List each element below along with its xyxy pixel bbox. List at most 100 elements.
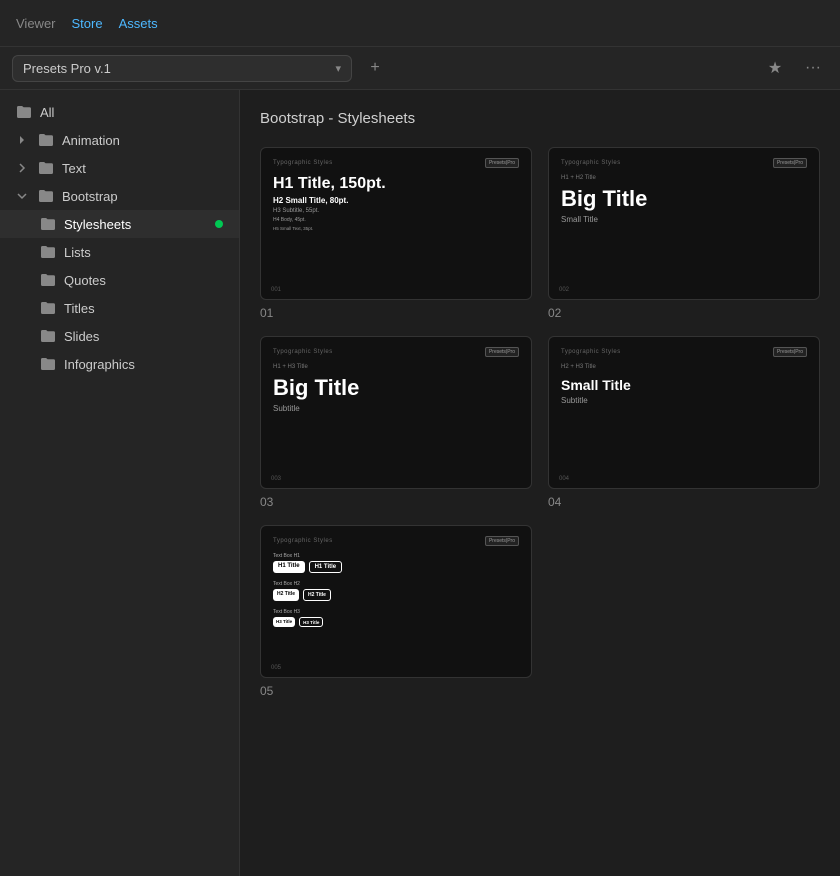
brand-text-03: Typographic Styles bbox=[273, 349, 333, 355]
active-indicator bbox=[215, 220, 223, 228]
t01-line5: H5 Small Text, 35pt. bbox=[273, 226, 519, 231]
sidebar-label-slides: Slides bbox=[64, 329, 223, 344]
folder-icon bbox=[40, 216, 56, 232]
add-button[interactable]: + bbox=[360, 53, 390, 83]
main: All Animation Text bbox=[0, 90, 840, 876]
thumb-number-02: 02 bbox=[548, 306, 820, 320]
top-nav: Viewer Store Assets bbox=[0, 0, 840, 46]
folder-icon bbox=[40, 356, 56, 372]
t05-box-h3-solid: H3 Title bbox=[273, 617, 295, 627]
sidebar-label-all: All bbox=[40, 105, 223, 120]
t05-box-h1-solid: H1 Title bbox=[273, 561, 305, 573]
t01-index: 001 bbox=[271, 287, 281, 293]
chevron-down-icon bbox=[16, 190, 28, 202]
sidebar-label-bootstrap: Bootstrap bbox=[62, 189, 223, 204]
t02-subtitle: Small Title bbox=[561, 215, 807, 224]
thumbnail-05[interactable]: Typographic Styles Presets|Pro Text Box … bbox=[260, 525, 532, 698]
badge-05: Presets|Pro bbox=[485, 536, 519, 546]
more-button[interactable]: ··· bbox=[798, 53, 828, 83]
thumb-card-01[interactable]: Typographic Styles Presets|Pro H1 Title,… bbox=[260, 147, 532, 300]
sidebar-label-animation: Animation bbox=[62, 133, 223, 148]
sidebar-label-text: Text bbox=[62, 161, 223, 176]
tab-store[interactable]: Store bbox=[72, 14, 103, 33]
t05-section-h1: Text Box H1 H1 Title H1 Title bbox=[273, 553, 519, 573]
folder-icon bbox=[40, 272, 56, 288]
content-title: Bootstrap - Stylesheets bbox=[260, 110, 820, 127]
preset-label: Presets Pro v.1 bbox=[23, 61, 111, 76]
preset-bar: Presets Pro v.1 ▾ + ★ ··· bbox=[0, 46, 840, 90]
t05-box-h3-outline: H3 Title bbox=[299, 617, 323, 627]
folder-icon bbox=[40, 300, 56, 316]
thumb-number-01: 01 bbox=[260, 306, 532, 320]
sidebar-label-titles: Titles bbox=[64, 301, 223, 316]
t03-index: 003 bbox=[271, 476, 281, 482]
sidebar-label-stylesheets: Stylesheets bbox=[64, 217, 207, 232]
thumb-card-05[interactable]: Typographic Styles Presets|Pro Text Box … bbox=[260, 525, 532, 678]
sidebar-item-infographics[interactable]: Infographics bbox=[0, 350, 239, 378]
brand-text-01: Typographic Styles bbox=[273, 160, 333, 166]
t03-title: Big Title bbox=[273, 377, 519, 399]
t05-index: 005 bbox=[271, 665, 281, 671]
tab-viewer[interactable]: Viewer bbox=[16, 14, 56, 33]
t01-line2: H2 Small Title, 80pt. bbox=[273, 196, 519, 205]
thumb-number-05: 05 bbox=[260, 684, 532, 698]
sidebar-item-animation[interactable]: Animation bbox=[0, 126, 239, 154]
sidebar-label-lists: Lists bbox=[64, 245, 223, 260]
t05-section-h2: Text Box H2 H2 Title H2 Title bbox=[273, 581, 519, 601]
folder-icon bbox=[38, 132, 54, 148]
t01-line3: H3 Subtitle, 55pt. bbox=[273, 208, 519, 214]
t02-index: 002 bbox=[559, 287, 569, 293]
t05-label-h1: Text Box H1 bbox=[273, 553, 519, 559]
brand-text-05: Typographic Styles bbox=[273, 538, 333, 544]
thumbnail-01[interactable]: Typographic Styles Presets|Pro H1 Title,… bbox=[260, 147, 532, 320]
t04-title: Small Title bbox=[561, 377, 807, 393]
t05-section-h3: Text Box H3 H3 Title H3 Title bbox=[273, 609, 519, 627]
t03-subtitle: Subtitle bbox=[273, 404, 519, 413]
sidebar-item-slides[interactable]: Slides bbox=[0, 322, 239, 350]
thumb-number-04: 04 bbox=[548, 495, 820, 509]
t04-index: 004 bbox=[559, 476, 569, 482]
thumb-card-03[interactable]: Typographic Styles Presets|Pro H1 + H3 T… bbox=[260, 336, 532, 489]
thumbnail-04[interactable]: Typographic Styles Presets|Pro H2 + H3 T… bbox=[548, 336, 820, 509]
thumb-card-04[interactable]: Typographic Styles Presets|Pro H2 + H3 T… bbox=[548, 336, 820, 489]
t05-box-h1-outline: H1 Title bbox=[309, 561, 343, 573]
badge-04: Presets|Pro bbox=[773, 347, 807, 357]
thumb-card-02[interactable]: Typographic Styles Presets|Pro H1 + H2 T… bbox=[548, 147, 820, 300]
brand-text-02: Typographic Styles bbox=[561, 160, 621, 166]
content-area: Bootstrap - Stylesheets Typographic Styl… bbox=[240, 90, 840, 876]
t02-label: H1 + H2 Title bbox=[561, 175, 807, 181]
sidebar-item-bootstrap[interactable]: Bootstrap bbox=[0, 182, 239, 210]
brand-text-04: Typographic Styles bbox=[561, 349, 621, 355]
sidebar-item-quotes[interactable]: Quotes bbox=[0, 266, 239, 294]
t02-title: Big Title bbox=[561, 188, 807, 210]
t05-label-h3: Text Box H3 bbox=[273, 609, 519, 615]
tab-assets[interactable]: Assets bbox=[119, 14, 158, 33]
folder-icon bbox=[38, 188, 54, 204]
thumb-number-03: 03 bbox=[260, 495, 532, 509]
sidebar-item-lists[interactable]: Lists bbox=[0, 238, 239, 266]
folder-icon bbox=[16, 104, 32, 120]
folder-icon bbox=[38, 160, 54, 176]
t05-box-h2-outline: H2 Title bbox=[303, 589, 331, 601]
folder-icon bbox=[40, 244, 56, 260]
t01-line4: H4 Body, 45pt. bbox=[273, 217, 519, 223]
badge-01: Presets|Pro bbox=[485, 158, 519, 168]
sidebar-item-stylesheets[interactable]: Stylesheets bbox=[0, 210, 239, 238]
t03-label: H1 + H3 Title bbox=[273, 364, 519, 370]
star-button[interactable]: ★ bbox=[760, 53, 790, 83]
badge-02: Presets|Pro bbox=[773, 158, 807, 168]
sidebar-item-text[interactable]: Text bbox=[0, 154, 239, 182]
t05-label-h2: Text Box H2 bbox=[273, 581, 519, 587]
preset-dropdown[interactable]: Presets Pro v.1 ▾ bbox=[12, 55, 352, 82]
t04-label: H2 + H3 Title bbox=[561, 364, 807, 370]
thumbnail-02[interactable]: Typographic Styles Presets|Pro H1 + H2 T… bbox=[548, 147, 820, 320]
t05-box-h2-solid: H2 Title bbox=[273, 589, 299, 601]
thumbnail-03[interactable]: Typographic Styles Presets|Pro H1 + H3 T… bbox=[260, 336, 532, 509]
sidebar-item-titles[interactable]: Titles bbox=[0, 294, 239, 322]
chevron-down-icon: ▾ bbox=[335, 62, 341, 75]
sidebar-item-all[interactable]: All bbox=[0, 98, 239, 126]
sidebar-label-infographics: Infographics bbox=[64, 357, 223, 372]
chevron-right-icon bbox=[16, 134, 28, 146]
sidebar: All Animation Text bbox=[0, 90, 240, 876]
sidebar-label-quotes: Quotes bbox=[64, 273, 223, 288]
